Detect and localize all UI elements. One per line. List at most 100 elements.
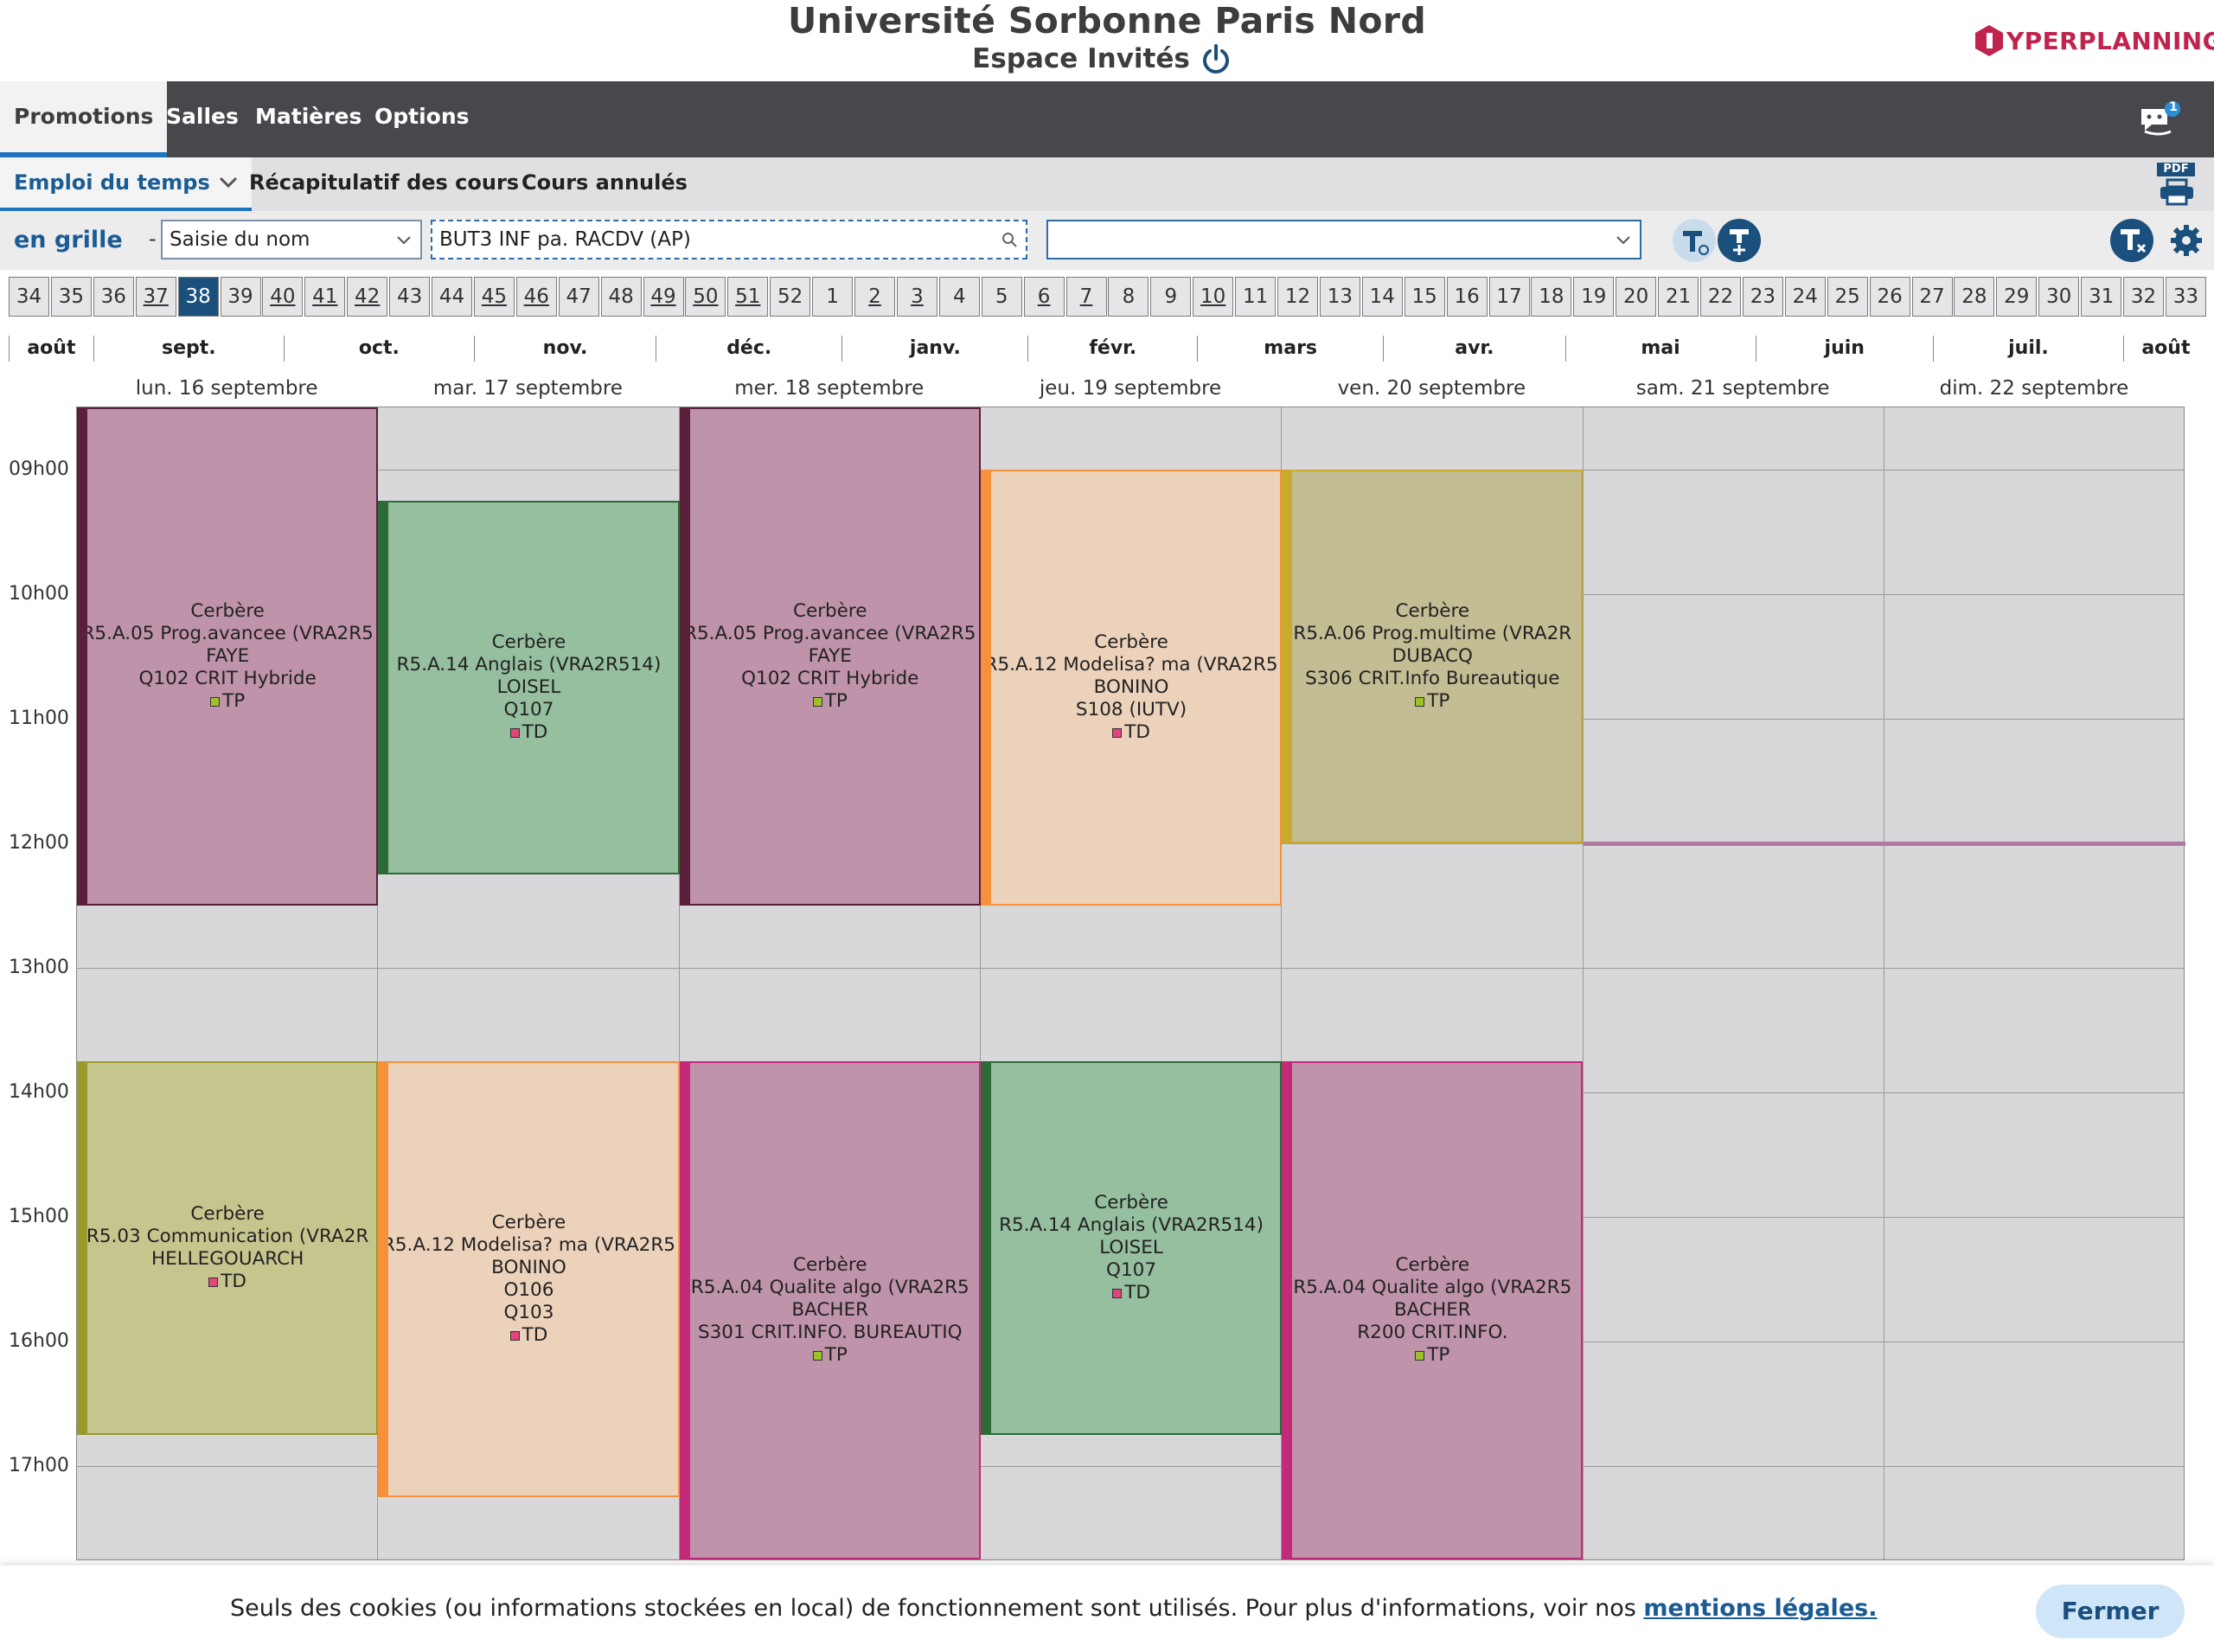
- tab-matieres[interactable]: Matières: [255, 81, 362, 157]
- course-block[interactable]: Cerbère R5.A.04 Qualite algo (VRA2R5 BACHE…: [1282, 1061, 1584, 1559]
- week-22[interactable]: 22: [1700, 277, 1741, 317]
- week-8[interactable]: 8: [1108, 277, 1149, 317]
- course-block[interactable]: Cerbère R5.A.06 Prog.multime (VRA2R DUBACQ…: [1282, 470, 1584, 843]
- tab-salles[interactable]: Salles: [166, 81, 239, 157]
- power-icon[interactable]: [1200, 43, 1232, 76]
- tab-emploi-du-temps[interactable]: Emploi du temps: [0, 157, 253, 211]
- month-label: août: [2123, 336, 2208, 362]
- week-16[interactable]: 16: [1446, 277, 1488, 317]
- week-19[interactable]: 19: [1573, 277, 1615, 317]
- course-block[interactable]: Cerbère R5.A.05 Prog.avancee (VRA2R5 FAYE Q…: [77, 407, 379, 906]
- week-1[interactable]: 1: [812, 277, 854, 317]
- view-mode-label[interactable]: en grille: [14, 227, 123, 253]
- week-17[interactable]: 17: [1488, 277, 1530, 317]
- week-34[interactable]: 34: [9, 277, 49, 317]
- course-line: LOISEL: [496, 676, 561, 698]
- week-21[interactable]: 21: [1658, 277, 1699, 317]
- course-block[interactable]: Cerbère R5.03 Communication (VRA2R HELLEGO…: [77, 1061, 379, 1435]
- week-2[interactable]: 2: [854, 277, 895, 317]
- tab-cours-annules[interactable]: Cours annulés: [522, 157, 688, 211]
- week-3[interactable]: 3: [896, 277, 937, 317]
- week-13[interactable]: 13: [1319, 277, 1360, 317]
- tab-promotions[interactable]: Promotions: [0, 81, 168, 157]
- week-18[interactable]: 18: [1531, 277, 1572, 317]
- course-type-tag: TP: [79, 690, 376, 713]
- day-header: dim. 22 septembre: [1939, 377, 2129, 400]
- week-6[interactable]: 6: [1023, 277, 1065, 317]
- week-45[interactable]: 45: [473, 277, 515, 317]
- search-input[interactable]: BUT3 INF pa. RACDV (AP): [431, 220, 1027, 259]
- week-49[interactable]: 49: [643, 277, 684, 317]
- week-38[interactable]: 38: [177, 277, 219, 317]
- gear-icon[interactable]: [2169, 223, 2204, 258]
- week-12[interactable]: 12: [1277, 277, 1318, 317]
- week-32[interactable]: 32: [2123, 277, 2164, 317]
- course-block[interactable]: Cerbère R5.A.04 Qualite algo (VRA2R5 BACHE…: [679, 1061, 981, 1559]
- week-15[interactable]: 15: [1404, 277, 1445, 317]
- week-20[interactable]: 20: [1616, 277, 1657, 317]
- week-31[interactable]: 31: [2081, 277, 2122, 317]
- week-35[interactable]: 35: [50, 277, 92, 317]
- search-mode-select[interactable]: Saisie du nom: [161, 220, 422, 259]
- course-type-tag: TP: [1283, 1344, 1581, 1367]
- week-42[interactable]: 42: [347, 277, 388, 317]
- course-block[interactable]: Cerbère R5.A.14 Anglais (VRA2R514) LOISEL Q…: [378, 501, 680, 874]
- week-14[interactable]: 14: [1361, 277, 1403, 317]
- week-41[interactable]: 41: [304, 277, 346, 317]
- course-line: Q107: [503, 699, 554, 720]
- week-44[interactable]: 44: [432, 277, 472, 317]
- week-11[interactable]: 11: [1235, 277, 1277, 317]
- course-block[interactable]: Cerbère R5.A.12 Modelisa? ma (VRA2R5 BONIN…: [980, 470, 1283, 906]
- secondary-select[interactable]: [1046, 220, 1641, 259]
- course-block[interactable]: Cerbère R5.A.12 Modelisa? ma (VRA2R5 BONIN…: [378, 1061, 680, 1497]
- week-10[interactable]: 10: [1193, 277, 1234, 317]
- course-type-swatch: [208, 1277, 219, 1287]
- month-label: juin: [1755, 336, 1933, 362]
- week-23[interactable]: 23: [1742, 277, 1783, 317]
- week-30[interactable]: 30: [2038, 277, 2080, 317]
- week-43[interactable]: 43: [389, 277, 431, 317]
- course-line: Q102 CRIT Hybride: [138, 668, 317, 689]
- week-48[interactable]: 48: [600, 277, 642, 317]
- search-icon: [1002, 233, 1017, 247]
- course-line: R200 CRIT.INFO.: [1357, 1322, 1508, 1343]
- course-block[interactable]: Cerbère R5.A.14 Anglais (VRA2R514) LOISEL Q…: [980, 1061, 1283, 1435]
- day-header: lun. 16 septembre: [135, 377, 318, 400]
- brand-name: YPERPLANNING: [2006, 26, 2214, 55]
- course-line: Cerbère: [1094, 631, 1168, 653]
- week-7[interactable]: 7: [1065, 277, 1107, 317]
- week-28[interactable]: 28: [1954, 277, 1995, 317]
- course-line: R5.A.14 Anglais (VRA2R514): [396, 654, 662, 676]
- legal-notice-link[interactable]: mentions légales.: [1643, 1595, 1877, 1622]
- tab-recapitulatif[interactable]: Récapitulatif des cours: [249, 157, 519, 211]
- tab-options[interactable]: Options: [374, 81, 470, 157]
- help-notification-button[interactable]: 1: [2136, 97, 2181, 142]
- course-line: FAYE: [206, 645, 250, 667]
- week-25[interactable]: 25: [1827, 277, 1868, 317]
- week-50[interactable]: 50: [685, 277, 726, 317]
- search-input-value: BUT3 INF pa. RACDV (AP): [439, 228, 691, 251]
- course-type-swatch: [1415, 1350, 1425, 1361]
- print-pdf-button[interactable]: PDF: [2155, 163, 2198, 208]
- week-51[interactable]: 51: [727, 277, 769, 317]
- week-52[interactable]: 52: [770, 277, 811, 317]
- filter-t-button[interactable]: [1673, 219, 1716, 262]
- week-46[interactable]: 46: [515, 277, 557, 317]
- week-24[interactable]: 24: [1784, 277, 1826, 317]
- week-37[interactable]: 37: [135, 277, 176, 317]
- week-40[interactable]: 40: [262, 277, 304, 317]
- remove-t-button[interactable]: [2110, 219, 2153, 262]
- course-block[interactable]: Cerbère R5.A.05 Prog.avancee (VRA2R5 FAYE Q…: [679, 407, 981, 906]
- week-47[interactable]: 47: [558, 277, 599, 317]
- close-cookie-button[interactable]: Fermer: [2036, 1585, 2185, 1638]
- week-29[interactable]: 29: [1996, 277, 2038, 317]
- week-5[interactable]: 5: [981, 277, 1022, 317]
- week-27[interactable]: 27: [1911, 277, 1953, 317]
- week-26[interactable]: 26: [1869, 277, 1910, 317]
- week-9[interactable]: 9: [1150, 277, 1192, 317]
- week-33[interactable]: 33: [2165, 277, 2206, 317]
- add-t-button[interactable]: [1718, 219, 1761, 262]
- week-36[interactable]: 36: [93, 277, 134, 317]
- week-39[interactable]: 39: [220, 277, 261, 317]
- week-4[interactable]: 4: [938, 277, 980, 317]
